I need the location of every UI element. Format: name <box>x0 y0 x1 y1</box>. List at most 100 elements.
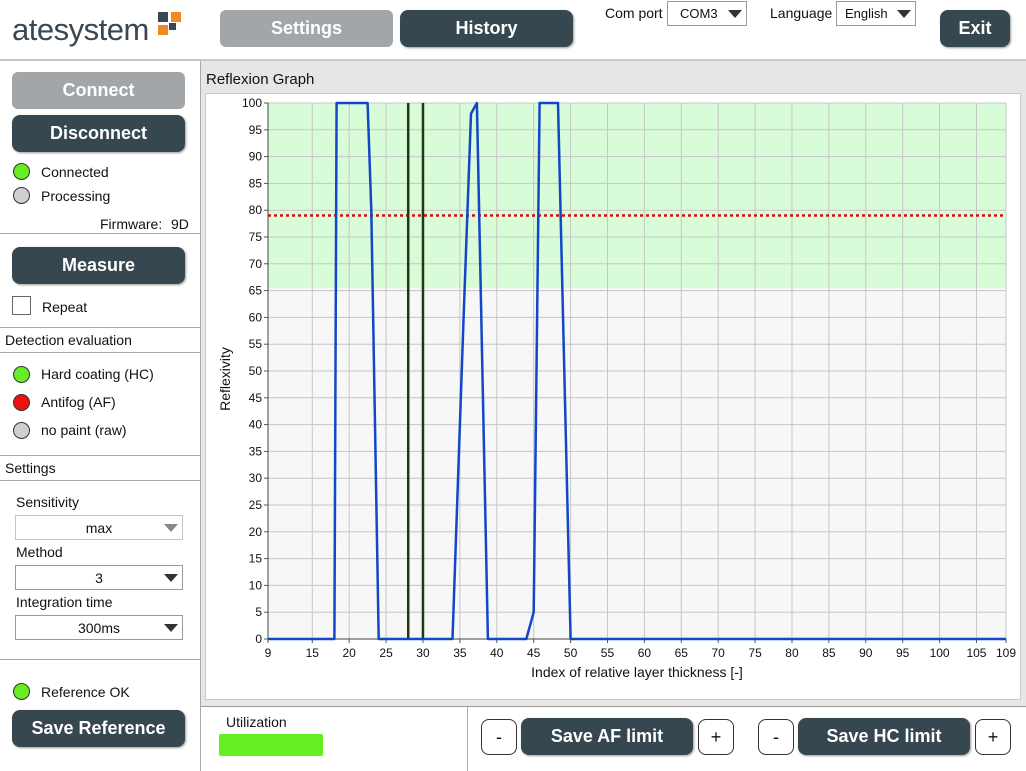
y-tick-label: 30 <box>249 471 263 485</box>
x-tick-label: 109 <box>996 646 1016 660</box>
detection-section-title: Detection evaluation <box>5 332 132 348</box>
x-tick-label: 85 <box>822 646 836 660</box>
af-label: Antifog (AF) <box>41 394 116 410</box>
save-hc-limit-button[interactable]: Save HC limit <box>798 718 970 755</box>
logo-mark-icon <box>158 12 184 38</box>
x-tick-label: 40 <box>490 646 504 660</box>
x-tick-label: 70 <box>712 646 726 660</box>
y-tick-label: 25 <box>249 498 263 512</box>
chevron-down-icon <box>897 9 911 18</box>
af-limit-decrease-button[interactable]: - <box>481 719 517 755</box>
x-tick-label: 105 <box>966 646 986 660</box>
header: atesystem Settings History Com port COM3… <box>0 0 1026 59</box>
logo: atesystem <box>12 12 181 52</box>
connect-button[interactable]: Connect <box>12 72 185 109</box>
reference-label: Reference OK <box>41 684 130 700</box>
language-label: Language <box>770 5 833 21</box>
raw-led-icon <box>13 422 30 439</box>
y-tick-label: 65 <box>249 284 263 298</box>
measure-button[interactable]: Measure <box>12 247 185 284</box>
com-port-value: COM3 <box>680 6 718 21</box>
method-select[interactable]: 3 <box>15 565 183 590</box>
utilization-label: Utilization <box>226 714 287 730</box>
y-tick-label: 95 <box>249 123 263 137</box>
x-tick-label: 65 <box>675 646 689 660</box>
divider <box>0 327 200 328</box>
save-reference-button[interactable]: Save Reference <box>12 710 185 747</box>
save-af-limit-button[interactable]: Save AF limit <box>521 718 693 755</box>
y-tick-label: 5 <box>255 605 262 619</box>
y-tick-label: 50 <box>249 364 263 378</box>
logo-text: atesystem <box>12 12 149 47</box>
sensitivity-label: Sensitivity <box>16 494 80 510</box>
x-tick-label: 9 <box>265 646 272 660</box>
y-tick-label: 75 <box>249 230 263 244</box>
y-axis-label: Reflexivity <box>217 347 233 411</box>
hc-limit-decrease-button[interactable]: - <box>758 719 794 755</box>
y-tick-label: 90 <box>249 150 263 164</box>
reflexion-chart: 9 15 20 25 30 35 40 45 50 55 60 65 70 75 80 85 90 95 100 10… <box>217 96 1016 680</box>
connected-label: Connected <box>41 164 109 180</box>
repeat-label: Repeat <box>42 299 88 315</box>
sidebar: Connect Disconnect Connected Processing … <box>0 61 200 771</box>
integration-time-label: Integration time <box>16 594 113 610</box>
x-tick-label: 90 <box>859 646 873 660</box>
y-tick-label: 60 <box>249 310 263 324</box>
exit-button[interactable]: Exit <box>940 10 1010 47</box>
y-tick-label: 10 <box>249 578 263 592</box>
processing-led-icon <box>13 187 30 204</box>
integration-time-select[interactable]: 300ms <box>15 615 183 640</box>
x-tick-label: 35 <box>453 646 467 660</box>
utilization-fill <box>219 734 323 756</box>
x-tick-label: 75 <box>748 646 762 660</box>
language-select[interactable]: English <box>836 1 916 26</box>
settings-section-title: Settings <box>5 460 56 476</box>
y-tick-label: 55 <box>249 337 263 351</box>
utilization-bar <box>219 734 323 756</box>
acceptance-band <box>268 103 1006 288</box>
hc-led-icon <box>13 366 30 383</box>
tab-history[interactable]: History <box>400 10 573 47</box>
com-port-select[interactable]: COM3 <box>667 1 747 26</box>
divider <box>0 455 200 456</box>
divider <box>0 352 200 353</box>
divider <box>0 233 200 234</box>
connected-led-icon <box>13 163 30 180</box>
processing-label: Processing <box>41 188 111 204</box>
com-port-label: Com port <box>605 5 663 21</box>
af-limit-increase-button[interactable]: + <box>698 719 734 755</box>
firmware-label: Firmware: <box>100 216 163 232</box>
af-led-icon <box>13 394 30 411</box>
graph-panel: Reflexion Graph 9 15 20 25 30 35 40 45 50 55 60 65 7… <box>201 61 1026 706</box>
x-tick-label: 60 <box>638 646 652 660</box>
sensitivity-select[interactable]: max <box>15 515 183 540</box>
hc-limit-increase-button[interactable]: + <box>975 719 1011 755</box>
y-tick-label: 15 <box>249 552 263 566</box>
y-tick-label: 40 <box>249 418 263 432</box>
x-axis-label: Index of relative layer thickness [-] <box>531 664 743 680</box>
sensitivity-value: max <box>85 519 113 536</box>
y-tick-label: 45 <box>249 391 263 405</box>
method-value: 3 <box>95 569 103 586</box>
x-tick-label: 20 <box>343 646 357 660</box>
firmware-value: 9D <box>171 216 189 232</box>
x-tick-label: 15 <box>306 646 320 660</box>
footer-separator <box>467 707 468 771</box>
reference-led-icon <box>13 683 30 700</box>
disconnect-button[interactable]: Disconnect <box>12 115 185 152</box>
chevron-down-icon <box>728 9 742 18</box>
integration-time-value: 300ms <box>77 619 121 636</box>
x-tick-label: 55 <box>601 646 615 660</box>
y-tick-label: 100 <box>242 96 262 110</box>
raw-label: no paint (raw) <box>41 422 127 438</box>
chevron-down-icon <box>164 523 178 532</box>
tab-settings[interactable]: Settings <box>220 10 393 47</box>
y-tick-label: 80 <box>249 203 263 217</box>
repeat-checkbox[interactable] <box>12 296 31 315</box>
x-tick-label: 80 <box>785 646 799 660</box>
graph-panel-title: Reflexion Graph <box>206 71 315 88</box>
chevron-down-icon <box>164 573 178 582</box>
y-tick-label: 70 <box>249 257 263 271</box>
x-tick-label: 95 <box>896 646 910 660</box>
divider <box>0 480 200 481</box>
